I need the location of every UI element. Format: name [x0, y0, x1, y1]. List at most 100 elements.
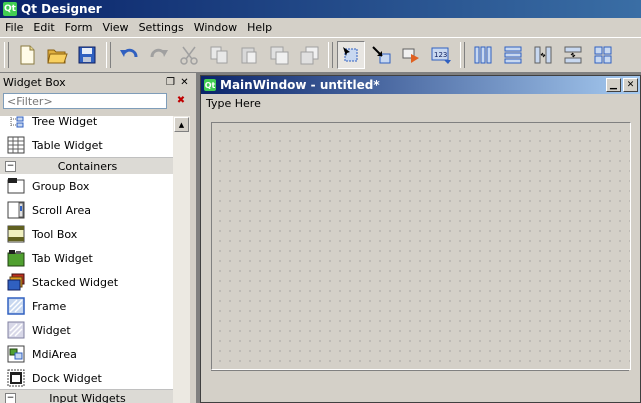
open-folder-icon	[47, 49, 68, 64]
tool-box-icon	[6, 224, 26, 244]
lower-button[interactable]	[295, 41, 323, 69]
menu-form[interactable]: Form	[60, 18, 98, 37]
layout-grid-button[interactable]	[589, 41, 617, 69]
svg-text:123: 123	[434, 51, 447, 59]
list-item-tab-widget[interactable]: Tab Widget	[0, 246, 173, 270]
dock-widget-icon	[6, 368, 26, 388]
layout-grid-icon	[594, 46, 612, 64]
menu-help[interactable]: Help	[242, 18, 277, 37]
app-title: Qt Designer	[21, 2, 102, 16]
category-label: Containers	[57, 159, 118, 173]
undo-icon	[120, 48, 138, 58]
list-item-label: Stacked Widget	[32, 275, 119, 289]
toolbar-grip[interactable]	[460, 42, 465, 68]
table-widget-icon	[6, 135, 26, 155]
edit-buddies-button[interactable]	[397, 41, 425, 69]
form-canvas[interactable]	[211, 122, 631, 370]
layout-v-splitter-icon	[564, 46, 582, 64]
stacked-widget-icon	[6, 272, 26, 292]
edit-widgets-button[interactable]	[337, 41, 365, 69]
undo-button[interactable]	[115, 41, 143, 69]
list-item-stacked-widget[interactable]: Stacked Widget	[0, 270, 173, 294]
tab-widget-icon	[6, 248, 26, 268]
list-item-label: Tab Widget	[32, 251, 93, 265]
raise-icon	[270, 46, 289, 65]
menu-file[interactable]: File	[0, 18, 28, 37]
raise-button[interactable]	[265, 41, 293, 69]
clear-filter-icon[interactable]: ✖	[175, 95, 187, 107]
widget-box-dock: Widget Box ❐ ✕ ✖ Tree Widget Table Widge…	[0, 73, 193, 403]
toolbar-grip[interactable]	[4, 42, 9, 68]
save-button[interactable]	[73, 41, 101, 69]
menu-edit[interactable]: Edit	[28, 18, 59, 37]
category-containers[interactable]: − Containers	[0, 157, 173, 174]
new-file-icon	[20, 45, 35, 65]
edit-buddies-icon	[402, 48, 419, 63]
list-item-label: Tree Widget	[32, 116, 98, 128]
widget-box-header: Widget Box ❐ ✕	[0, 73, 193, 91]
list-item-tree-widget[interactable]: Tree Widget	[0, 116, 173, 133]
qt-logo-icon: Qt	[3, 2, 17, 16]
list-item-widget[interactable]: Widget	[0, 318, 173, 342]
new-file-button[interactable]	[13, 41, 41, 69]
form-window-titlebar[interactable]: Qt MainWindow - untitled* ▁ ✕	[201, 76, 640, 94]
edit-signals-slots-button[interactable]	[367, 41, 395, 69]
menu-settings[interactable]: Settings	[134, 18, 189, 37]
float-dock-icon[interactable]: ❐	[165, 77, 176, 88]
list-item-scroll-area[interactable]: Scroll Area	[0, 198, 173, 222]
category-input-widgets[interactable]: − Input Widgets	[0, 389, 173, 403]
list-item-table-widget[interactable]: Table Widget	[0, 133, 173, 157]
layout-vertical-icon	[504, 46, 522, 64]
collapse-toggle-icon[interactable]: −	[5, 160, 16, 172]
copy-icon	[210, 46, 228, 64]
close-button[interactable]: ✕	[623, 78, 638, 92]
form-window-title: MainWindow - untitled*	[220, 78, 380, 92]
list-item-label: Widget	[32, 323, 71, 337]
form-menubar: Type Here	[201, 94, 640, 112]
list-item-label: Tool Box	[32, 227, 78, 241]
paste-icon	[241, 47, 257, 64]
filter-row: ✖	[0, 91, 193, 113]
menu-window[interactable]: Window	[189, 18, 242, 37]
list-item-label: Dock Widget	[32, 371, 102, 385]
copy-button[interactable]	[205, 41, 233, 69]
list-item-tool-box[interactable]: Tool Box	[0, 222, 173, 246]
open-button[interactable]	[43, 41, 71, 69]
type-here-menu[interactable]: Type Here	[206, 97, 261, 110]
category-label: Input Widgets	[49, 391, 126, 403]
list-item-label: MdiArea	[32, 347, 77, 361]
widget-list-scrollbar[interactable]: ▲	[173, 116, 190, 403]
redo-button[interactable]	[145, 41, 173, 69]
redo-icon	[150, 48, 168, 58]
form-statusbar	[211, 370, 629, 397]
close-dock-icon[interactable]: ✕	[179, 77, 190, 88]
minimize-icon: ▁	[610, 80, 617, 90]
list-item-mdi-area[interactable]: MdiArea	[0, 342, 173, 366]
menu-view[interactable]: View	[97, 18, 133, 37]
close-icon: ✕	[626, 80, 635, 90]
minimize-button[interactable]: ▁	[606, 78, 621, 92]
edit-signals-slots-icon	[372, 46, 391, 64]
list-item-group-box[interactable]: Group Box	[0, 174, 173, 198]
scroll-area-icon	[6, 200, 26, 220]
arrow-up-icon: ▲	[178, 120, 185, 129]
collapse-toggle-icon[interactable]: −	[5, 392, 16, 403]
app-titlebar: Qt Qt Designer	[0, 0, 641, 18]
layout-horizontal-button[interactable]	[469, 41, 497, 69]
edit-tab-order-button[interactable]: 123	[427, 41, 455, 69]
layout-v-splitter-button[interactable]	[559, 41, 587, 69]
edit-widgets-icon	[343, 47, 358, 62]
filter-input[interactable]	[3, 93, 167, 109]
lower-icon	[300, 46, 319, 65]
layout-vertical-button[interactable]	[499, 41, 527, 69]
scroll-up-button[interactable]: ▲	[174, 117, 189, 132]
layout-h-splitter-button[interactable]	[529, 41, 557, 69]
toolbar-grip[interactable]	[328, 42, 333, 68]
paste-button[interactable]	[235, 41, 263, 69]
frame-icon	[6, 296, 26, 316]
list-item-frame[interactable]: Frame	[0, 294, 173, 318]
toolbar-grip[interactable]	[106, 42, 111, 68]
list-item-label: Scroll Area	[32, 203, 91, 217]
list-item-dock-widget[interactable]: Dock Widget	[0, 366, 173, 390]
cut-button[interactable]	[175, 41, 203, 69]
